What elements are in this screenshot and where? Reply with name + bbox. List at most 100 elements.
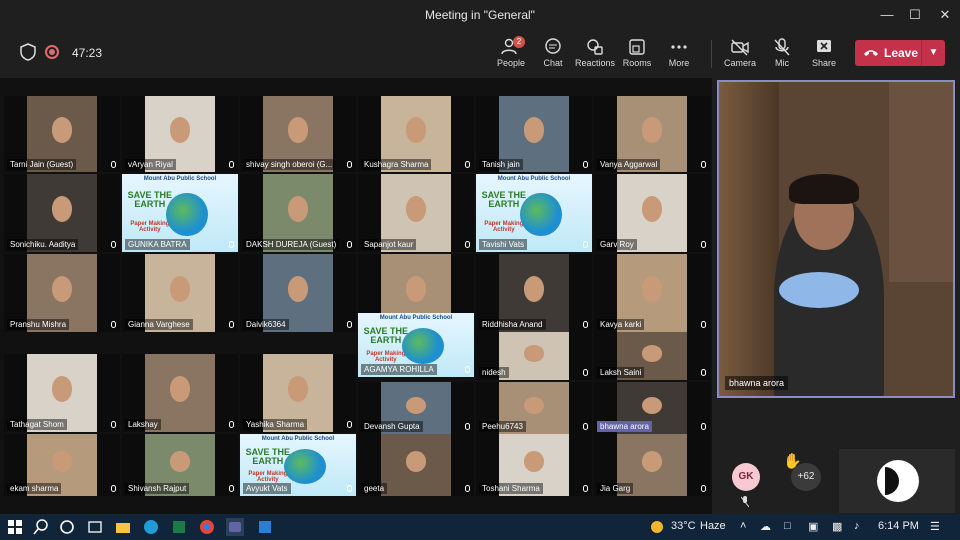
camera-off-icon (731, 39, 749, 56)
people-badge: 2 (513, 36, 525, 48)
close-icon[interactable]: ✕ (930, 4, 960, 26)
participant-tile[interactable]: Lakshay (122, 354, 238, 432)
avatar[interactable]: GK (732, 463, 760, 491)
person-silhouette (51, 195, 73, 223)
camera-icon[interactable]: ▣ (808, 520, 818, 533)
participant-tile[interactable]: Tanish jain (476, 96, 592, 172)
more-participants-button[interactable]: +62 (791, 463, 821, 491)
file-explorer-icon[interactable] (114, 518, 132, 536)
participant-tile[interactable]: Jia Garg (594, 434, 710, 496)
mic-icon (347, 161, 352, 168)
person-silhouette (51, 451, 73, 473)
windows-taskbar: 33°C Haze ˄ ☁ □ ▣ ▩ ♪ 6:14 PM ☰ (0, 514, 960, 540)
participant-tile[interactable]: Mount Abu Public School SAVE THE EARTH Pap… (476, 174, 592, 252)
hangup-icon (864, 50, 878, 56)
earth-drawing (166, 192, 208, 237)
chrome-icon[interactable] (198, 518, 216, 536)
mic-icon (111, 321, 116, 328)
reactions-label: Reactions (574, 58, 616, 68)
person-silhouette (405, 195, 427, 223)
participant-tile[interactable]: Peehu6743 (476, 382, 592, 434)
participant-name: Daivik6364 (243, 319, 289, 330)
mic-icon (701, 241, 706, 248)
notifications-icon[interactable]: ☰ (930, 520, 940, 533)
person-silhouette (641, 275, 663, 303)
chat-button[interactable]: Chat (531, 36, 575, 74)
participant-tile[interactable]: Devansh Gupta (358, 382, 474, 434)
participant-tile[interactable]: Mount Abu Public School SAVE THE EARTH Pap… (358, 313, 474, 377)
weather-temp[interactable]: 33°C (671, 520, 696, 532)
title-bar: Meeting in "General" — ☐ ✕ (0, 0, 960, 30)
participant-tile[interactable]: Gianna Varghese (122, 254, 238, 332)
participant-tile[interactable]: Sapanjot kaur (358, 174, 474, 252)
cortana-icon[interactable] (58, 518, 76, 536)
edge-icon[interactable] (142, 518, 160, 536)
teams-icon[interactable] (226, 518, 244, 536)
search-icon[interactable] (32, 518, 50, 536)
participant-tile[interactable]: Sonichiku. Aaditya (4, 174, 120, 252)
leave-options-chevron-icon[interactable]: ▼ (921, 40, 945, 66)
network-icon[interactable]: ▩ (832, 520, 842, 533)
participant-name: ekam sharma (7, 483, 62, 494)
participant-tile[interactable]: Mount Abu Public School SAVE THE EARTH Pap… (240, 434, 356, 496)
clock-time[interactable]: 6:14 PM (878, 520, 919, 532)
app-icon[interactable] (256, 518, 274, 536)
window-title: Meeting in "General" (425, 8, 535, 22)
weather-desc[interactable]: Haze (700, 520, 726, 532)
rooms-button[interactable]: Rooms (615, 36, 659, 74)
windows-start-icon[interactable] (6, 518, 24, 536)
participant-tile[interactable]: Mount Abu Public School SAVE THE EARTH Pap… (122, 174, 238, 252)
participant-tile[interactable]: vAryan Riyal (122, 96, 238, 172)
mic-icon (701, 423, 706, 430)
self-logo (877, 460, 919, 502)
participant-tile[interactable]: Shivansh Rajput (122, 434, 238, 496)
person-silhouette (641, 396, 663, 415)
participant-tile[interactable]: DAKSH DUREJA (Guest) (240, 174, 356, 252)
reactions-button[interactable]: Reactions (573, 36, 617, 74)
volume-icon[interactable]: ♪ (854, 520, 860, 532)
participant-tile[interactable]: Toshani Sharma (476, 434, 592, 496)
participant-tile[interactable]: Tathagat Shom (4, 354, 120, 432)
participant-tile[interactable]: Garv Roy (594, 174, 710, 252)
task-view-icon[interactable] (86, 518, 104, 536)
participant-tile[interactable]: shivay singh oberoi (G... (240, 96, 356, 172)
excel-icon[interactable] (170, 518, 188, 536)
person-silhouette (169, 275, 191, 303)
shield-icon (20, 43, 36, 61)
participant-tile[interactable]: Vanya Aggarwal (594, 96, 710, 172)
chat-icon (545, 38, 561, 54)
participant-name: shivay singh oberoi (G... (243, 159, 336, 170)
poster-header: Mount Abu Public School (261, 436, 335, 442)
participant-name: Toshani Sharma (479, 483, 543, 494)
participant-tile[interactable]: Tarni Jain (Guest) (4, 96, 120, 172)
camera-button[interactable]: Camera (718, 36, 762, 74)
share-button[interactable]: Share (802, 36, 846, 74)
chevron-up-icon[interactable]: ˄ (740, 520, 746, 532)
participant-tile[interactable]: geeta (358, 434, 474, 496)
leave-button[interactable]: Leave ▼ (855, 40, 945, 66)
participant-tile[interactable]: Yashika Sharma (240, 354, 356, 432)
participant-tile[interactable]: Kavya karki (594, 254, 710, 332)
phone-icon[interactable]: □ (784, 520, 791, 532)
mic-label: Mic (775, 58, 789, 68)
people-button[interactable]: 2 People (489, 36, 533, 74)
participant-tile[interactable]: Daivik6364 (240, 254, 356, 332)
mic-icon (111, 421, 116, 428)
participant-tile[interactable]: bhawna arora (594, 382, 710, 434)
participant-tile[interactable]: nidesh (476, 332, 592, 380)
participant-tile[interactable]: ekam sharma (4, 434, 120, 496)
self-view[interactable] (839, 449, 955, 513)
more-button[interactable]: More (657, 36, 701, 74)
participant-tile[interactable]: Pranshu Mishra (4, 254, 120, 332)
participant-tile[interactable]: Riddhisha Anand (476, 254, 592, 332)
cloud-icon[interactable]: ☁ (760, 520, 771, 533)
minimize-icon[interactable]: — (872, 4, 902, 26)
maximize-icon[interactable]: ☐ (900, 4, 930, 26)
participant-name: Lakshay (125, 419, 161, 430)
participant-tile[interactable]: Laksh Saini (594, 332, 710, 380)
spotlight-video[interactable]: bhawna arora (717, 80, 955, 398)
poster-title: SAVE THE EARTH (127, 190, 172, 210)
participant-tile[interactable]: Kushagra Sharma (358, 96, 474, 172)
mic-button[interactable]: Mic (760, 36, 804, 74)
meeting-timer: 47:23 (72, 46, 103, 60)
